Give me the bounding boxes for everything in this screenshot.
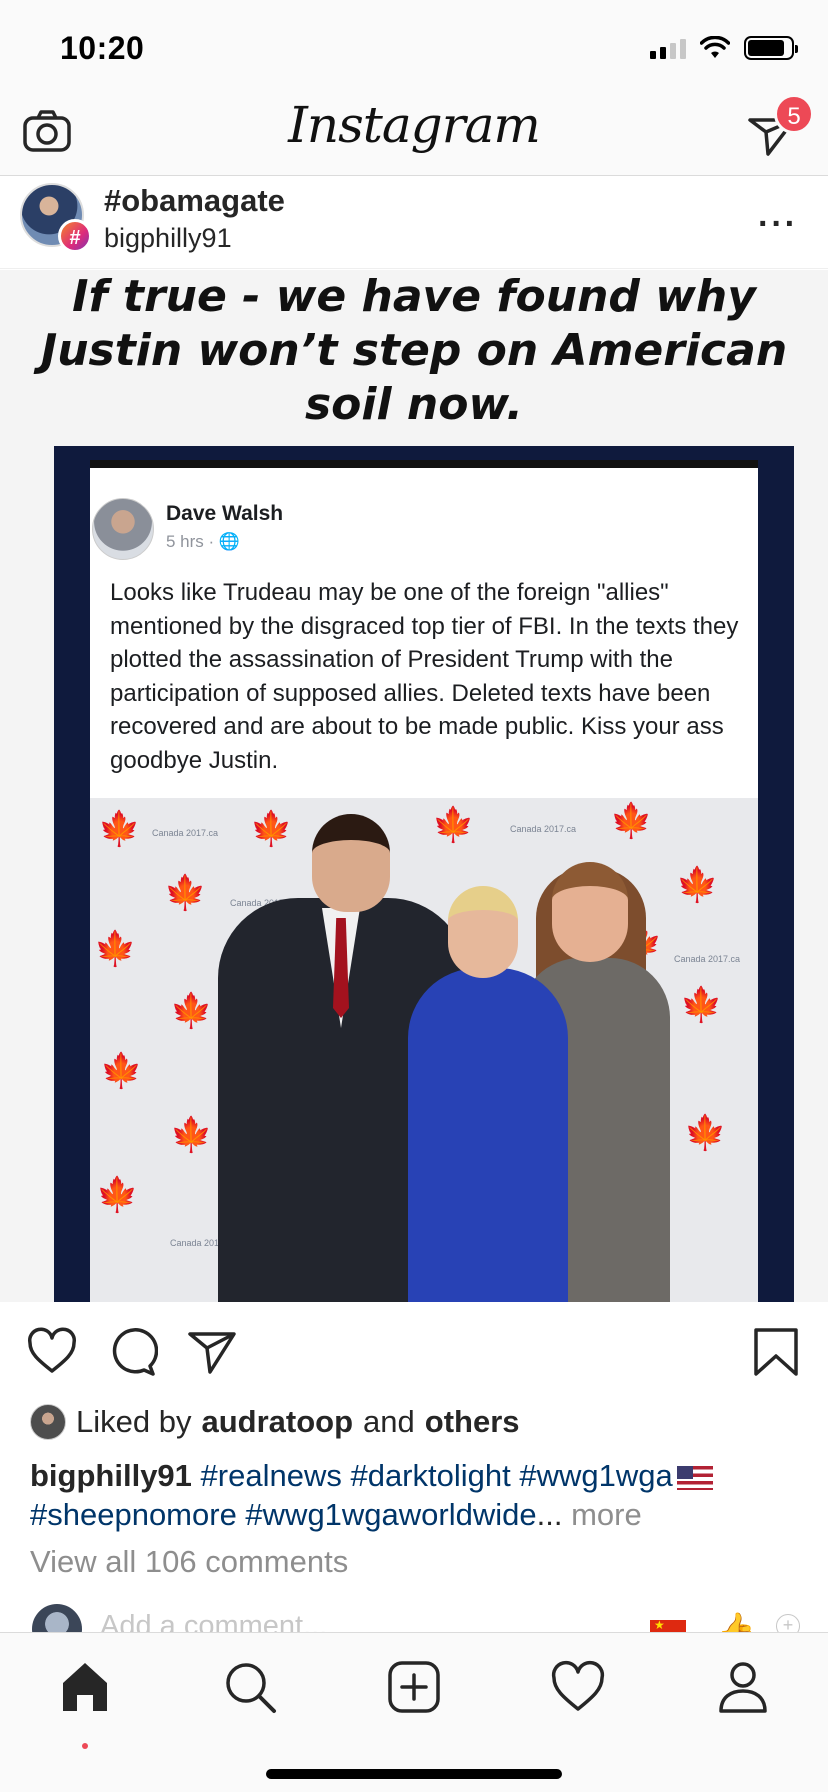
image-headline: If true - we have found why Justin won’t… bbox=[40, 271, 788, 430]
liker-username[interactable]: audratoop bbox=[201, 1404, 353, 1440]
more-options-button[interactable]: ··· bbox=[758, 205, 798, 244]
view-all-comments-link[interactable]: View all 106 comments bbox=[30, 1544, 348, 1580]
new-post-icon[interactable] bbox=[386, 1659, 442, 1715]
instagram-logo[interactable]: Instagram bbox=[0, 96, 828, 154]
activity-heart-icon[interactable] bbox=[550, 1659, 606, 1715]
event-photo: 🍁 🍁 🍁 🍁 🍁 🍁 🍁 🍁 🍁 🍁 🍁 🍁 🍁 🍁 🍁 🍁 Canada 2… bbox=[90, 798, 758, 1302]
maple-leaf-icon: 🍁 bbox=[676, 866, 719, 904]
maple-leaf-icon: 🍁 bbox=[170, 1116, 213, 1154]
person-figure bbox=[408, 968, 568, 1302]
facebook-timestamp: 5 hrs · 🌐 bbox=[166, 532, 241, 551]
person-head bbox=[552, 862, 628, 962]
facebook-post-text: Looks like Trudeau may be one of the for… bbox=[110, 579, 739, 774]
home-activity-dot bbox=[82, 1743, 88, 1749]
us-flag-icon bbox=[676, 1465, 713, 1490]
battery-icon bbox=[744, 36, 798, 60]
maple-leaf-icon: 🍁 bbox=[610, 802, 653, 840]
search-icon[interactable] bbox=[222, 1659, 278, 1715]
backdrop-label: Canada 2017.ca bbox=[510, 824, 577, 834]
china-flag-emoji-icon[interactable] bbox=[650, 1618, 686, 1632]
add-comment-row: Add a comment... 👍 + bbox=[0, 1600, 828, 1632]
maple-leaf-icon: 🍁 bbox=[432, 806, 475, 844]
person-head bbox=[312, 814, 390, 912]
facebook-avatar bbox=[92, 498, 154, 560]
post-hashtag[interactable]: #obamagate bbox=[104, 183, 285, 219]
avatar bbox=[32, 1604, 82, 1632]
screenshot-frame: Dave Walsh 5 hrs · 🌐 Looks like Trudeau … bbox=[54, 446, 794, 1302]
add-comment-input[interactable]: Add a comment... bbox=[100, 1610, 327, 1632]
status-time: 10:20 bbox=[60, 30, 145, 66]
person-head bbox=[448, 886, 518, 978]
maple-leaf-icon: 🍁 bbox=[250, 810, 293, 848]
caption-username[interactable]: bigphilly91 bbox=[30, 1458, 192, 1493]
maple-leaf-icon: 🍁 bbox=[98, 810, 141, 848]
likes-line: Liked by audratoop and others bbox=[30, 1402, 520, 1442]
post-caption: bigphilly91 #realnews #darktolight #wwg1… bbox=[30, 1456, 810, 1534]
post-header: # #obamagate bigphilly91 ··· bbox=[0, 177, 828, 269]
direct-badge: 5 bbox=[774, 94, 814, 134]
maple-leaf-icon: 🍁 bbox=[684, 1114, 727, 1152]
share-icon[interactable] bbox=[186, 1326, 238, 1378]
maple-leaf-icon: 🍁 bbox=[170, 992, 213, 1030]
caption-hashtags[interactable]: #realnews #darktolight #wwg1wga bbox=[201, 1458, 673, 1493]
cellular-signal-icon bbox=[650, 37, 686, 59]
maple-leaf-icon: 🍁 bbox=[100, 1052, 143, 1090]
status-bar: 10:20 bbox=[0, 0, 828, 90]
bottom-tab-bar bbox=[0, 1632, 828, 1792]
home-icon[interactable] bbox=[57, 1659, 113, 1715]
likes-prefix: Liked by bbox=[76, 1404, 192, 1439]
backdrop-label: Canada 2017.ca bbox=[674, 954, 741, 964]
likes-and: and bbox=[363, 1404, 415, 1439]
thumbs-up-emoji-icon[interactable]: 👍 bbox=[716, 1610, 756, 1632]
add-emoji-icon[interactable]: + bbox=[776, 1614, 800, 1632]
post-image[interactable]: If true - we have found why Justin won’t… bbox=[0, 270, 828, 1302]
maple-leaf-icon: 🍁 bbox=[96, 1176, 139, 1214]
maple-leaf-icon: 🍁 bbox=[94, 930, 137, 968]
likes-others-link[interactable]: others bbox=[425, 1404, 520, 1440]
liker-avatar[interactable] bbox=[30, 1404, 66, 1440]
heart-icon[interactable] bbox=[26, 1326, 78, 1378]
post-action-bar bbox=[0, 1302, 828, 1398]
home-indicator bbox=[266, 1769, 562, 1779]
caption-hashtags[interactable]: #sheepnomore #wwg1wgaworldwide bbox=[30, 1497, 537, 1532]
caption-ellipsis: ... bbox=[536, 1497, 563, 1532]
maple-leaf-icon: 🍁 bbox=[164, 874, 207, 912]
status-icons bbox=[650, 36, 798, 60]
backdrop-label: Canada 2017.ca bbox=[152, 828, 219, 838]
wifi-icon bbox=[700, 36, 730, 58]
top-navigation: Instagram 5 bbox=[0, 90, 828, 176]
facebook-post-card: Dave Walsh 5 hrs · 🌐 Looks like Trudeau … bbox=[90, 460, 758, 1302]
post-username[interactable]: bigphilly91 bbox=[104, 223, 232, 254]
comment-icon[interactable] bbox=[106, 1326, 158, 1378]
maple-leaf-icon: 🍁 bbox=[680, 986, 723, 1024]
facebook-author: Dave Walsh bbox=[166, 502, 284, 525]
profile-icon[interactable] bbox=[715, 1659, 771, 1715]
caption-more-link[interactable]: more bbox=[571, 1497, 642, 1532]
hashtag-badge-icon: # bbox=[58, 219, 92, 253]
bookmark-icon[interactable] bbox=[750, 1326, 802, 1378]
